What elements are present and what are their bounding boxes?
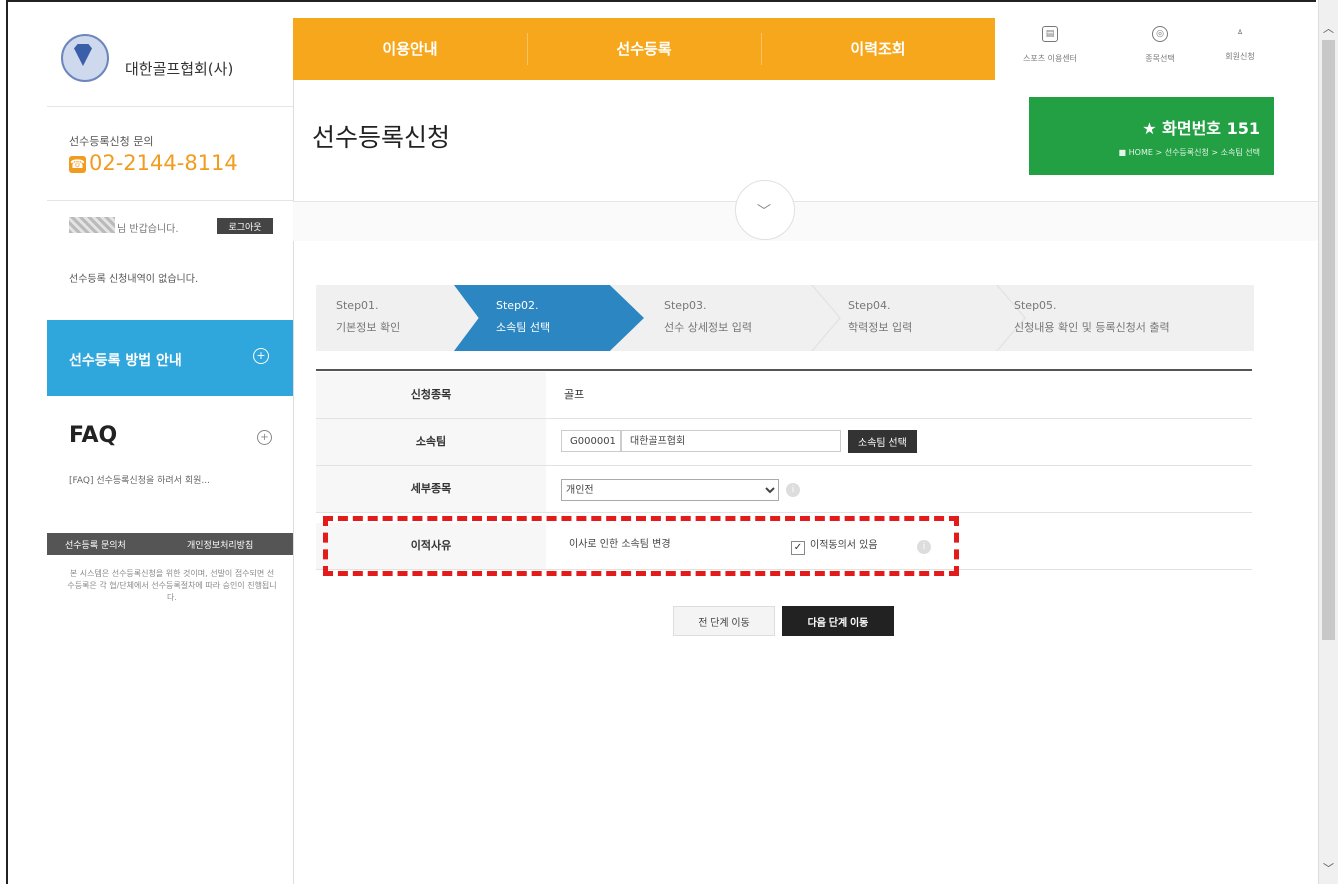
window-frame-top (6, 0, 1316, 2)
step-3: Step03. 선수 상세정보 입력 (664, 295, 752, 339)
step-number: Step01. (336, 299, 379, 312)
sidebar-divider (47, 200, 293, 201)
scrollbar-thumb[interactable] (1322, 40, 1335, 640)
consent-checkbox[interactable]: ✓ (791, 541, 805, 555)
transfer-reason-label: 이적사유 (316, 523, 546, 569)
contact-phone: 02-2144-8114 (89, 151, 238, 175)
form-row-team: 소속팀 G000001 대한골프협회 소속팀 선택 (316, 419, 1252, 466)
util-label: 회원신청 (1225, 52, 1255, 61)
no-history-text: 선수등록 신청내역이 없습니다. (69, 274, 199, 285)
top-navigation: 이용안내 선수등록 이력조회 (293, 18, 995, 80)
screen-number-box: ★ 화면번호 151 ■ HOME > 선수등록신청 > 소속팀 선택 (1029, 97, 1274, 175)
scroll-up-icon[interactable]: ︿ (1323, 20, 1334, 36)
step-1: Step01. 기본정보 확인 (336, 295, 400, 339)
form-top-border (316, 369, 1252, 371)
step-number: Step03. (664, 299, 707, 312)
step-label: 소속팀 선택 (496, 321, 551, 334)
sidebar-link-bar: 선수등록 문의처 개인정보처리방침 (47, 533, 293, 555)
next-step-button[interactable]: 다음 단계 이동 (782, 606, 894, 636)
util-label: 종목선택 (1145, 54, 1175, 63)
registration-guide-link[interactable]: 선수등록 방법 안내 + (47, 320, 293, 396)
step-5: Step05. 신청내용 확인 및 등록신청서 출력 (1014, 295, 1170, 339)
user-icon: ㅿ (1235, 28, 1245, 38)
step-progress: Step01. 기본정보 확인 Step02. 소속팀 선택 Step03. 선… (316, 285, 1254, 351)
consent-label: 이적동의서 있음 (810, 540, 878, 551)
step-number: Step05. (1014, 299, 1057, 312)
util-member-apply[interactable]: ㅿ 회원신청 (1190, 18, 1290, 80)
form-row-transfer-reason: 이적사유 이사로 인한 소속팀 변경 ✓ 이적동의서 있음 i (316, 523, 1252, 570)
vertical-scrollbar[interactable]: ︿ ﹀ (1318, 0, 1338, 884)
step-2-active: Step02. 소속팀 선택 (496, 295, 550, 339)
form-row-event: 신청종목 골프 (316, 372, 1252, 419)
welcome-text: 님 반갑습니다. (117, 224, 179, 235)
info-icon[interactable]: i (786, 483, 800, 497)
association-logo-icon[interactable] (61, 34, 109, 82)
team-label: 소속팀 (316, 419, 546, 465)
masked-username (69, 217, 115, 233)
guide-label: 선수등록 방법 안내 (69, 353, 182, 369)
section-divider (293, 201, 1318, 202)
team-code-field: G000001 (561, 430, 621, 452)
window-frame-left (6, 0, 8, 884)
register-icon: ◎ (1152, 26, 1168, 42)
event-value: 골프 (564, 388, 585, 401)
util-sports-center[interactable]: ▤ 스포츠 이용센터 (1000, 18, 1100, 80)
team-name-field: 대한골프협회 (621, 430, 841, 452)
event-label: 신청종목 (316, 372, 546, 418)
step-number: Step02. (496, 299, 539, 312)
step-label: 학력정보 입력 (848, 321, 913, 334)
step-label: 기본정보 확인 (336, 321, 401, 334)
step-number: Step04. (848, 299, 891, 312)
collapse-toggle[interactable]: ﹀ (735, 180, 795, 240)
step-label: 선수 상세정보 입력 (664, 321, 752, 334)
sidebar-divider (47, 106, 293, 107)
page-title: 선수등록신청 (312, 123, 451, 152)
step-label: 신청내용 확인 및 등록신청서 출력 (1014, 321, 1170, 334)
contact-label: 선수등록신청 문의 (69, 135, 154, 148)
scroll-down-icon[interactable]: ﹀ (1323, 860, 1334, 876)
document-icon: ▤ (1042, 26, 1058, 42)
info-icon[interactable]: i (917, 540, 931, 554)
faq-item[interactable]: [FAQ] 선수등록신청을 하려서 회원... (69, 473, 210, 486)
nav-item-usage-guide[interactable]: 이용안내 (293, 18, 527, 80)
plus-circle-icon: + (253, 348, 269, 364)
phone-icon: ☎ (69, 156, 86, 173)
form-row-detail-event: 세부종목 개인전 i (316, 466, 1252, 513)
select-team-button[interactable]: 소속팀 선택 (848, 430, 917, 453)
org-name[interactable]: 대한골프협회(사) (125, 58, 233, 79)
transfer-reason-field[interactable]: 이사로 인한 소속팀 변경 (561, 534, 741, 556)
privacy-link[interactable]: 개인정보처리방침 (187, 538, 253, 551)
step-chevron (811, 285, 841, 351)
util-label: 스포츠 이용센터 (1022, 54, 1078, 63)
logout-button[interactable]: 로그아웃 (217, 218, 273, 234)
detail-event-label: 세부종목 (316, 466, 546, 512)
screen-number: ★ 화면번호 151 (1142, 119, 1260, 138)
nav-item-player-registration[interactable]: 선수등록 (527, 18, 761, 80)
faq-title[interactable]: FAQ (69, 423, 117, 448)
chevron-down-icon: ﹀ (757, 204, 771, 220)
nav-item-history[interactable]: 이력조회 (761, 18, 995, 80)
section-band (293, 201, 1318, 241)
step-4: Step04. 학력정보 입력 (848, 295, 912, 339)
prev-step-button[interactable]: 전 단계 이동 (673, 606, 775, 636)
sidebar: 대한골프협회(사) 선수등록신청 문의 ☎ 02-2144-8114 님 반갑습… (47, 18, 294, 884)
plus-circle-icon[interactable]: + (257, 430, 272, 445)
sidebar-note: 본 시스템은 선수등록신청을 위한 것이며, 선발이 접수되면 선수등록은 각 … (67, 569, 277, 602)
detail-event-select[interactable]: 개인전 (561, 479, 779, 501)
breadcrumb[interactable]: ■ HOME > 선수등록신청 > 소속팀 선택 (1119, 147, 1260, 158)
contact-link[interactable]: 선수등록 문의처 (65, 538, 126, 551)
